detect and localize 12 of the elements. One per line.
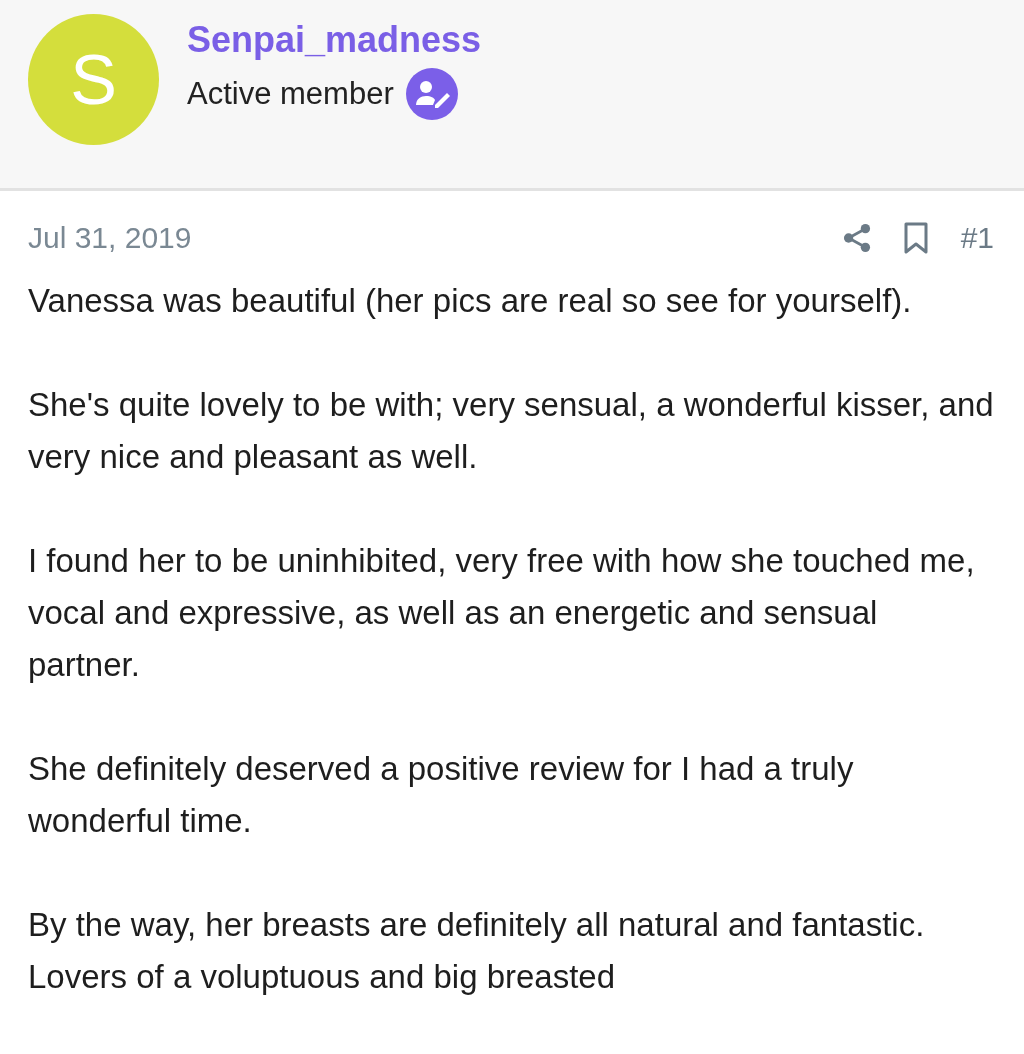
post-paragraph: By the way, her breasts are definitely all natural and fantastic. Lovers of a voluptuous and big breasted — [28, 905, 926, 997]
share-icon[interactable] — [842, 223, 871, 253]
post-paragraph: Vanessa was beautiful (her pics are real so see for yourself). — [28, 281, 913, 321]
post-number-link[interactable]: #1 — [960, 221, 994, 255]
post-paragraph: She definitely deserved a positive review for I had a truly wonderful time. — [28, 749, 855, 841]
bookmark-icon[interactable] — [902, 222, 929, 254]
post-paragraph: She's quite lovely to be with; very sensual, a wonderful kisser, and very nice and pleasant as well. — [28, 385, 994, 477]
post-date[interactable]: Jul 31, 2019 — [28, 221, 192, 255]
username-link[interactable]: Senpai_madness — [187, 18, 482, 62]
post-paragraph: I found her to be uninhibited, very free with how she touched me, vocal and expressive, as well as an energetic and sensual partner. — [28, 541, 976, 685]
member-title: Active member — [187, 76, 394, 112]
pencil-badge-icon — [405, 68, 458, 120]
